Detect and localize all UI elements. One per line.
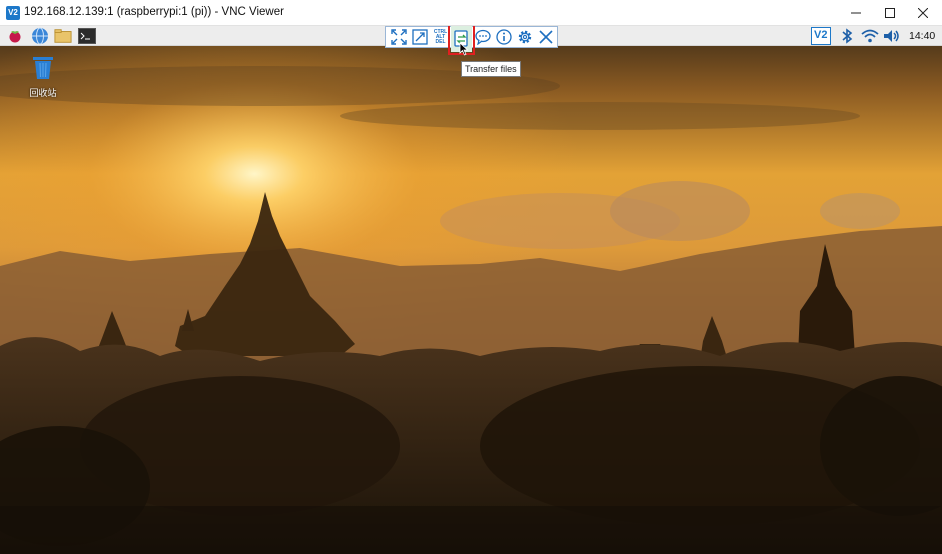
disconnect-icon <box>538 30 553 44</box>
web-browser-icon[interactable] <box>31 27 49 45</box>
clock[interactable]: 14:40 <box>909 30 935 42</box>
scale-button[interactable] <box>409 27 430 47</box>
info-icon <box>495 29 512 45</box>
minimize-button[interactable] <box>839 0 873 26</box>
remote-desktop[interactable]: V2 14:40 CTRL ALT DEL Transfer files 回收站 <box>0 26 942 554</box>
volume-icon[interactable] <box>883 27 901 45</box>
terminal-icon[interactable] <box>78 27 96 45</box>
full-screen-button[interactable] <box>388 27 409 47</box>
vnc-badge-text: V2 <box>814 29 828 41</box>
bluetooth-icon[interactable] <box>838 27 856 45</box>
window-title-bar: V2 192.168.12.139:1 (raspberrypi:1 (pi))… <box>0 0 942 26</box>
mouse-cursor-icon <box>459 42 469 56</box>
maximize-button[interactable] <box>873 0 907 26</box>
wifi-icon[interactable] <box>861 27 879 45</box>
vnc-server-icon[interactable]: V2 <box>811 27 831 45</box>
trash-label: 回收站 <box>29 88 57 98</box>
chat-button[interactable] <box>472 27 493 47</box>
raspberry-menu-icon[interactable] <box>6 27 24 45</box>
maximize-icon <box>885 8 895 18</box>
scale-icon <box>411 29 428 45</box>
trash-desktop-item[interactable]: 回收站 <box>28 54 58 99</box>
del-label: DEL <box>435 38 446 45</box>
window-title: 192.168.12.139:1 (raspberrypi:1 (pi)) - … <box>24 6 284 18</box>
minimize-icon <box>851 12 861 14</box>
wallpaper-image <box>0 26 942 554</box>
close-icon <box>918 8 928 18</box>
settings-icon <box>518 30 531 44</box>
trash-icon <box>33 57 53 79</box>
vnc-toolbar: CTRL ALT DEL <box>385 26 558 55</box>
close-button[interactable] <box>906 0 940 26</box>
vnc-viewer-app-icon[interactable]: V2 <box>6 6 20 20</box>
ctrl-alt-del-button[interactable]: CTRL ALT DEL <box>430 27 451 47</box>
ctrl-alt-del-icon: CTRL ALT DEL <box>434 29 447 45</box>
transfer-files-tooltip: Transfer files <box>461 61 521 77</box>
disconnect-button[interactable] <box>535 27 556 47</box>
chat-icon <box>474 29 491 45</box>
settings-button[interactable] <box>514 27 535 47</box>
full-screen-icon <box>390 29 407 45</box>
info-button[interactable] <box>493 27 514 47</box>
file-manager-icon[interactable] <box>54 27 72 45</box>
